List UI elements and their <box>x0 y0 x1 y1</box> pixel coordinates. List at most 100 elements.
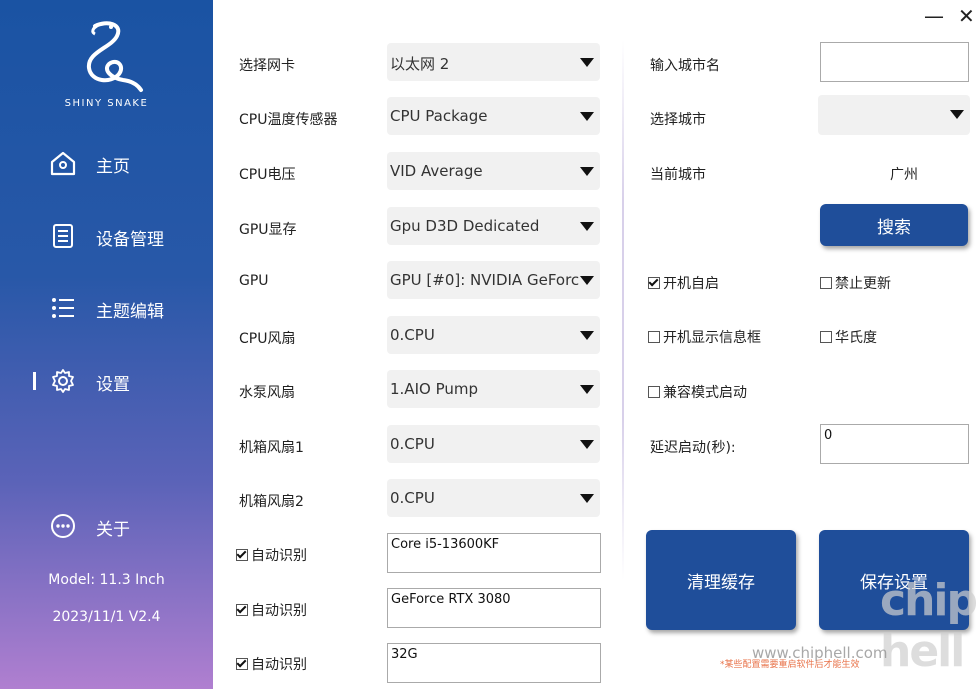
checkbox-label: 自动识别 <box>251 657 307 673</box>
checkbox-label: 自动识别 <box>251 548 307 564</box>
nav-label-settings: 设置 <box>96 375 130 395</box>
snake-logo-icon <box>86 21 143 92</box>
label-case-fan-2: 机箱风扇2 <box>239 494 304 510</box>
checkbox-icon <box>648 331 660 343</box>
checkbox-icon <box>648 386 660 398</box>
auto-detect-cpu-checkbox[interactable]: 自动识别 <box>236 545 307 565</box>
current-city-value: 广州 <box>890 167 918 183</box>
delay-start-input[interactable]: 0 <box>820 424 969 464</box>
nav-label-home: 主页 <box>96 157 130 177</box>
watermark-logo: chip hell <box>880 575 978 677</box>
nav-label-theme-editor: 主题编辑 <box>96 302 164 322</box>
chevron-down-icon <box>580 58 594 67</box>
checkbox-label: 自动识别 <box>251 603 307 619</box>
nav-label-about: 关于 <box>96 520 130 540</box>
clear-cache-button[interactable]: 清理缓存 <box>646 530 796 630</box>
chevron-down-icon <box>580 167 594 176</box>
label-pump-fan: 水泵风扇 <box>239 385 295 401</box>
label-network-card: 选择网卡 <box>239 58 295 74</box>
select-value: 0.CPU <box>390 489 435 507</box>
memory-size-field[interactable]: 32G <box>387 643 601 683</box>
nav-item-settings[interactable]: 设置 <box>0 361 213 401</box>
gpu-name-field[interactable]: GeForce RTX 3080 <box>387 588 601 628</box>
city-name-input[interactable] <box>820 42 969 82</box>
active-indicator <box>33 372 36 390</box>
chevron-down-icon <box>580 276 594 285</box>
sidebar: SHINY SNAKE 主页 设备管理 主题编辑 设置 关于 Model: 11… <box>0 0 213 689</box>
label-gpu: GPU <box>239 273 269 289</box>
network-card-select[interactable]: 以太网 2 <box>387 43 600 81</box>
model-info: Model: 11.3 Inch <box>48 572 165 588</box>
label-current-city: 当前城市 <box>650 167 706 183</box>
checkbox-icon <box>236 658 248 670</box>
checkbox-label: 开机自启 <box>663 276 719 292</box>
label-city-input: 输入城市名 <box>650 58 720 74</box>
chevron-down-icon <box>580 385 594 394</box>
select-value: GPU [#0]: NVIDIA GeForce RTX 3080 <box>390 271 580 289</box>
checkbox-icon <box>648 277 660 289</box>
field-value: Core i5-13600KF <box>391 537 500 552</box>
document-icon <box>53 224 73 248</box>
chevron-down-icon <box>580 440 594 449</box>
chevron-down-icon <box>580 494 594 503</box>
chevron-down-icon <box>580 222 594 231</box>
disable-update-checkbox[interactable]: 禁止更新 <box>820 273 891 293</box>
label-cpu-voltage: CPU电压 <box>239 167 296 183</box>
nav-label-device-management: 设备管理 <box>96 230 164 250</box>
gpu-select[interactable]: GPU [#0]: NVIDIA GeForce RTX 3080 <box>387 261 600 299</box>
fahrenheit-checkbox[interactable]: 华氏度 <box>820 327 877 347</box>
select-value: VID Average <box>390 162 483 180</box>
nav-item-device-management[interactable]: 设备管理 <box>0 216 213 256</box>
select-value: Gpu D3D Dedicated <box>390 217 540 235</box>
gpu-memory-select[interactable]: Gpu D3D Dedicated <box>387 207 600 245</box>
select-value: 1.AIO Pump <box>390 380 478 398</box>
more-dots-icon <box>51 514 75 538</box>
label-city-select: 选择城市 <box>650 112 706 128</box>
label-gpu-memory: GPU显存 <box>239 222 297 238</box>
home-icon <box>50 151 76 176</box>
auto-detect-memory-checkbox[interactable]: 自动识别 <box>236 654 307 674</box>
chevron-down-icon <box>580 112 594 121</box>
pump-fan-select[interactable]: 1.AIO Pump <box>387 370 600 408</box>
select-value: CPU Package <box>390 107 488 125</box>
nav-item-about[interactable]: 关于 <box>0 506 213 546</box>
nav-item-home[interactable]: 主页 <box>0 143 213 183</box>
auto-detect-gpu-checkbox[interactable]: 自动识别 <box>236 600 307 620</box>
label-cpu-temp-sensor: CPU温度传感器 <box>239 112 338 128</box>
label-delay-start: 延迟启动(秒): <box>650 440 736 456</box>
cpu-name-field[interactable]: Core i5-13600KF <box>387 533 601 573</box>
search-button[interactable]: 搜索 <box>820 204 968 246</box>
checkbox-icon <box>820 277 832 289</box>
field-value: 0 <box>824 428 833 443</box>
checkbox-icon <box>236 549 248 561</box>
gear-icon <box>52 369 74 393</box>
field-value: 32G <box>391 647 418 662</box>
checkbox-label: 兼容模式启动 <box>663 385 747 401</box>
chevron-down-icon <box>950 110 964 119</box>
close-button[interactable]: ✕ <box>958 4 975 28</box>
select-value: 0.CPU <box>390 435 435 453</box>
select-value: 以太网 2 <box>390 55 450 73</box>
watermark-url: www.chiphell.com <box>752 644 888 662</box>
city-select[interactable] <box>818 95 970 135</box>
column-divider <box>622 40 624 580</box>
case-fan-1-select[interactable]: 0.CPU <box>387 425 600 463</box>
field-value: GeForce RTX 3080 <box>391 592 511 607</box>
checkbox-label: 华氏度 <box>835 330 877 346</box>
label-case-fan-1: 机箱风扇1 <box>239 440 304 456</box>
label-cpu-fan: CPU风扇 <box>239 331 296 347</box>
brand-name: SHINY SNAKE <box>64 98 149 109</box>
autostart-checkbox[interactable]: 开机自启 <box>648 273 719 293</box>
checkbox-label: 禁止更新 <box>835 276 891 292</box>
compat-mode-checkbox[interactable]: 兼容模式启动 <box>648 382 747 402</box>
checkbox-icon <box>820 331 832 343</box>
minimize-button[interactable]: — <box>924 4 944 28</box>
cpu-fan-select[interactable]: 0.CPU <box>387 316 600 354</box>
show-info-box-checkbox[interactable]: 开机显示信息框 <box>648 327 761 347</box>
case-fan-2-select[interactable]: 0.CPU <box>387 479 600 517</box>
chevron-down-icon <box>580 331 594 340</box>
cpu-temp-sensor-select[interactable]: CPU Package <box>387 97 600 135</box>
nav-item-theme-editor[interactable]: 主题编辑 <box>0 288 213 328</box>
list-icon <box>52 298 74 318</box>
cpu-voltage-select[interactable]: VID Average <box>387 152 600 190</box>
